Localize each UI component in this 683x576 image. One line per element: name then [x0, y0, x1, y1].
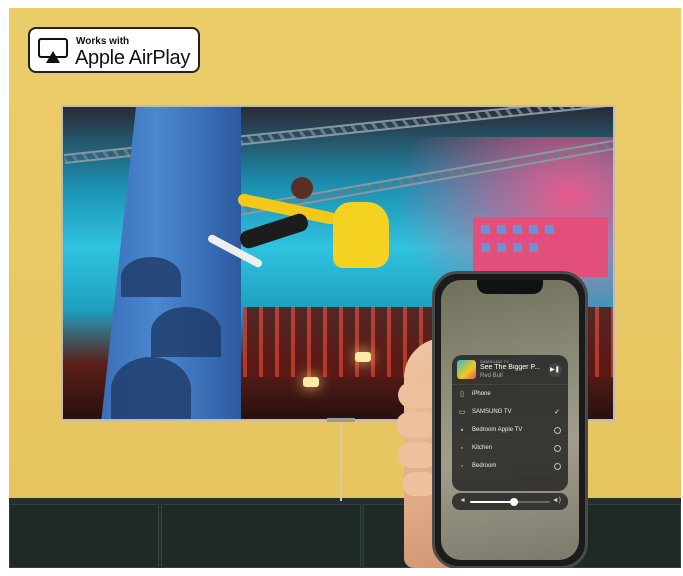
stage-light	[355, 352, 371, 362]
room-scene: Works with Apple AirPlay SAMSUNG TV See …	[9, 8, 681, 568]
phone-icon: ▯	[460, 391, 464, 398]
cabinet-door	[161, 504, 361, 568]
stage-light	[303, 377, 319, 387]
badge-small-text: Works with	[76, 36, 130, 47]
volume-low-icon: ◄	[459, 497, 466, 504]
building-window	[529, 225, 538, 234]
tv-icon: ▭	[458, 409, 466, 416]
skater-helmet	[291, 177, 313, 199]
building-window	[497, 243, 506, 252]
background-building	[473, 217, 608, 277]
phone-screen: SAMSUNG TV See The Bigger P... Red Bull …	[441, 280, 579, 560]
volume-fill	[470, 501, 514, 503]
speaker-icon: ▫	[460, 445, 464, 452]
building-window	[481, 225, 490, 234]
device-label: Bedroom	[472, 463, 497, 469]
volume-knob[interactable]	[510, 498, 518, 506]
appletv-icon: ▪	[460, 427, 464, 434]
now-playing[interactable]: SAMSUNG TV See The Bigger P... Red Bull …	[452, 355, 568, 385]
device-row-iphone[interactable]: ▯ iPhone	[452, 386, 568, 404]
building-window	[545, 225, 554, 234]
device-row-bedroom[interactable]: ▫ Bedroom	[452, 458, 568, 476]
speaker-icon: ▫	[460, 463, 464, 470]
select-radio[interactable]	[554, 427, 561, 434]
album-art	[457, 360, 476, 379]
building-window	[529, 243, 538, 252]
tv-cable	[340, 421, 342, 501]
phone-notch	[477, 280, 543, 294]
volume-slider[interactable]: ◄ ◄)	[452, 493, 568, 510]
airplay-icon	[38, 38, 68, 63]
volume-track[interactable]	[470, 498, 550, 506]
badge-big-text: Apple AirPlay	[75, 47, 191, 69]
play-pause-icon[interactable]: ▶❚	[548, 363, 562, 377]
select-radio[interactable]	[554, 445, 561, 452]
palm-leaf	[111, 357, 191, 419]
device-label: iPhone	[472, 391, 491, 397]
airplay-panel: SAMSUNG TV See The Bigger P... Red Bull …	[452, 355, 568, 491]
volume-high-icon: ◄)	[551, 497, 561, 504]
now-playing-artist: Red Bull	[480, 373, 503, 379]
cabinet-door	[9, 504, 159, 568]
device-row-samsung-tv[interactable]: ▭ SAMSUNG TV ✓	[452, 404, 568, 422]
iphone: SAMSUNG TV See The Bigger P... Red Bull …	[432, 271, 588, 568]
tv-stand	[327, 418, 355, 422]
building-window	[513, 225, 522, 234]
select-radio[interactable]	[554, 463, 561, 470]
device-label: Bedroom Apple TV	[472, 427, 523, 433]
airplay-badge: Works with Apple AirPlay	[28, 27, 200, 73]
device-label: Kitchen	[472, 445, 493, 451]
device-row-bedroom-apple-tv[interactable]: ▪ Bedroom Apple TV	[452, 422, 568, 440]
device-label: SAMSUNG TV	[472, 409, 512, 415]
palm-leaf	[151, 307, 221, 357]
building-window	[497, 225, 506, 234]
checkmark-icon: ✓	[554, 409, 560, 416]
skater-jacket	[333, 202, 389, 268]
palm-leaf	[121, 257, 181, 297]
building-window	[513, 243, 522, 252]
device-row-kitchen[interactable]: ▫ Kitchen	[452, 440, 568, 458]
now-playing-title: See The Bigger P...	[480, 364, 541, 371]
building-window	[481, 243, 490, 252]
